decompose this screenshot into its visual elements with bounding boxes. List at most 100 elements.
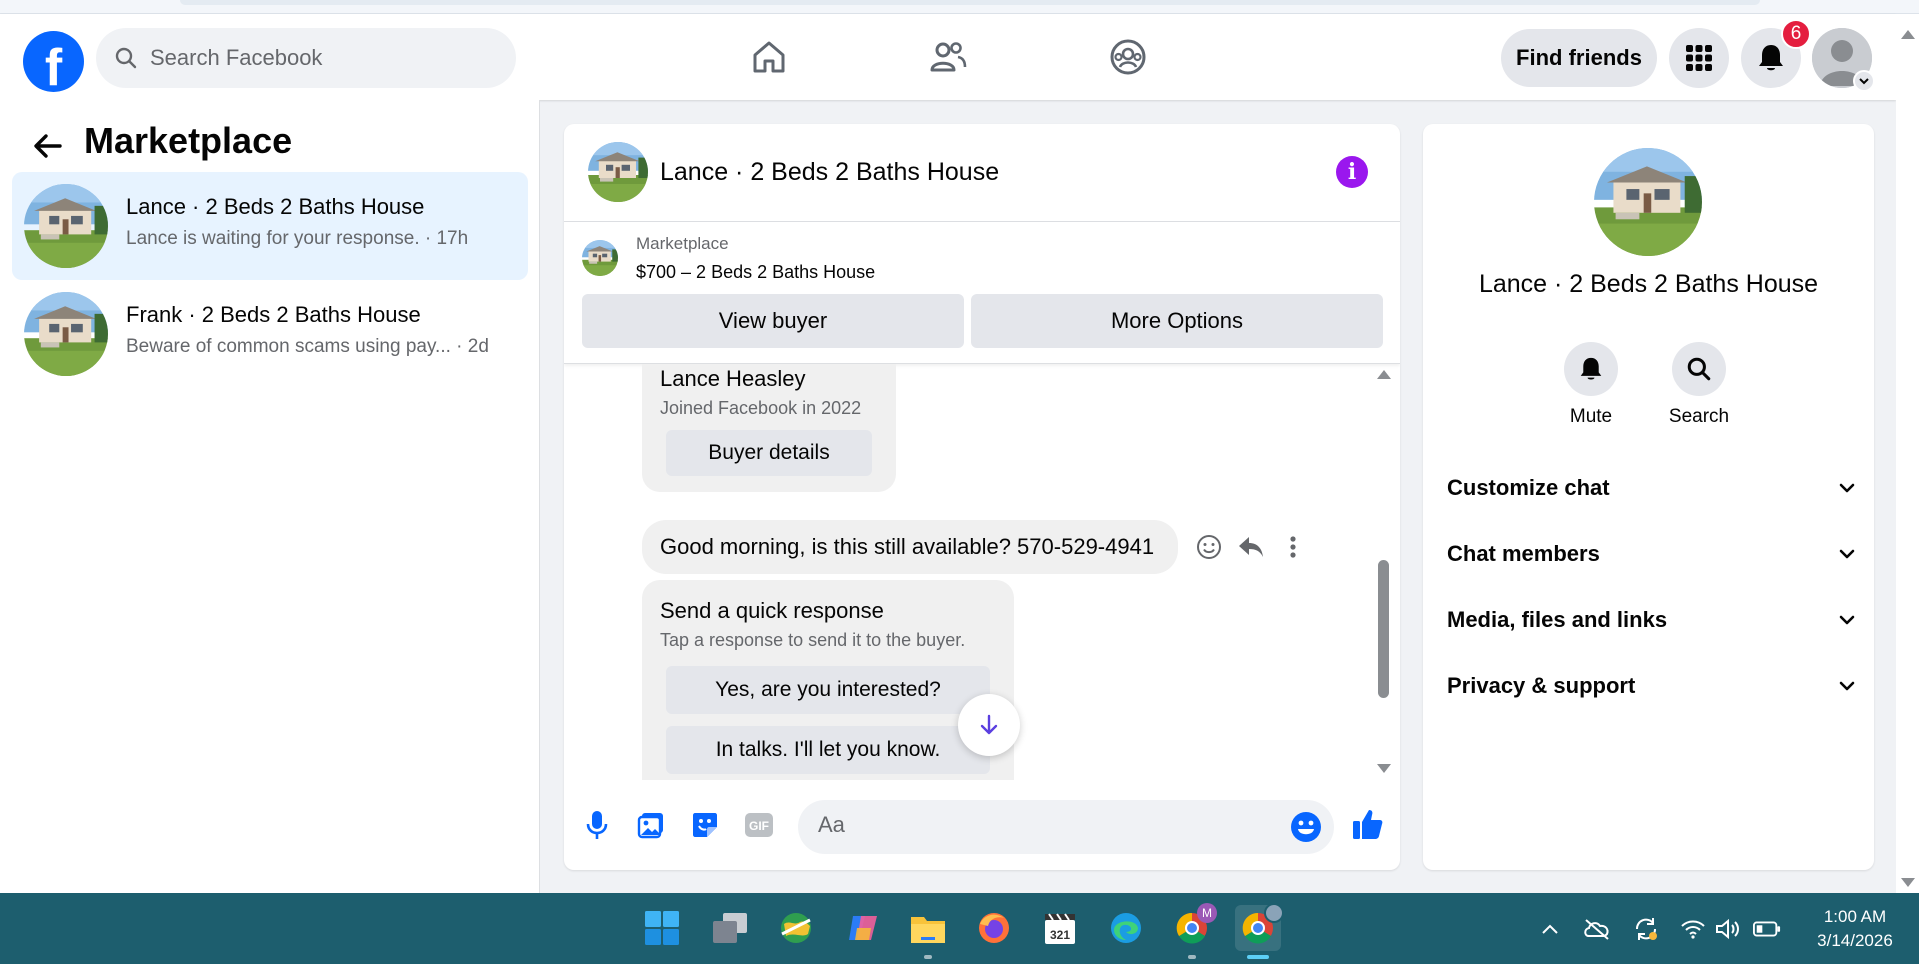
message-text: Good morning, is this still available? 5… bbox=[660, 534, 1155, 559]
section-customize-chat[interactable]: Customize chat bbox=[1447, 468, 1857, 508]
friends-icon[interactable] bbox=[925, 34, 971, 80]
thread-scrollbar[interactable] bbox=[1374, 364, 1392, 780]
conversation-details-panel: Lance · 2 Beds 2 Baths House Mute Search… bbox=[1423, 124, 1874, 870]
quick-response-title: Send a quick response bbox=[660, 598, 884, 623]
quick-response-card: Send a quick response Tap a response to … bbox=[642, 580, 1014, 780]
section-label: Customize chat bbox=[1447, 475, 1610, 500]
notification-count-badge: 6 bbox=[1781, 19, 1811, 49]
section-chat-members[interactable]: Chat members bbox=[1447, 534, 1857, 574]
reply-icon[interactable] bbox=[1236, 532, 1266, 562]
listing-thumbnail[interactable] bbox=[582, 240, 618, 276]
section-label: Media, files and links bbox=[1447, 607, 1668, 632]
top-navigation-bar: f Find friends 6 bbox=[0, 14, 1896, 100]
search-icon bbox=[115, 47, 137, 69]
clock-date: 3/14/2026 bbox=[1817, 931, 1893, 950]
photo-icon[interactable] bbox=[636, 810, 666, 840]
onedrive-offline-icon[interactable] bbox=[1583, 915, 1611, 943]
buyer-joined-date: Joined Facebook in 2022 bbox=[660, 398, 862, 418]
section-media-files-links[interactable]: Media, files and links bbox=[1447, 600, 1857, 640]
window-scrollbar[interactable] bbox=[1896, 14, 1919, 893]
details-listing-avatar[interactable] bbox=[1594, 148, 1702, 256]
sticker-icon[interactable] bbox=[690, 810, 720, 840]
gif-icon[interactable]: GIF bbox=[744, 810, 774, 840]
info-icon[interactable]: i bbox=[1336, 156, 1368, 188]
edge-icon[interactable] bbox=[1103, 905, 1149, 951]
more-options-button[interactable]: More Options bbox=[971, 294, 1383, 348]
globe-app-icon[interactable] bbox=[773, 905, 819, 951]
search-icon bbox=[1672, 342, 1726, 396]
chat-title[interactable]: Lance · 2 Beds 2 Baths House bbox=[660, 158, 999, 187]
conversation-preview: Beware of common scams using pay... · 2d bbox=[126, 336, 489, 357]
buyer-name: Lance Heasley bbox=[660, 366, 806, 391]
message-input-field[interactable] bbox=[798, 800, 1334, 854]
listing-thumbnail bbox=[24, 292, 108, 376]
conversation-preview: Lance is waiting for your response. · 17… bbox=[126, 228, 469, 249]
wifi-icon[interactable] bbox=[1679, 915, 1707, 943]
chat-header: Lance · 2 Beds 2 Baths House i bbox=[564, 124, 1400, 222]
menu-grid-icon[interactable] bbox=[1669, 28, 1729, 88]
react-emoji-icon[interactable] bbox=[1194, 532, 1224, 562]
page-title: Marketplace bbox=[84, 120, 293, 161]
search-bar[interactable] bbox=[96, 28, 516, 88]
find-friends-button[interactable]: Find friends bbox=[1501, 29, 1657, 87]
quick-response-option[interactable]: Yes, are you interested? bbox=[666, 666, 990, 714]
copilot-icon[interactable] bbox=[840, 905, 886, 951]
chevron-down-icon bbox=[1839, 615, 1855, 625]
conversation-item-lance[interactable]: Lance · 2 Beds 2 Baths House Lance is wa… bbox=[12, 172, 528, 280]
details-title: Lance · 2 Beds 2 Baths House bbox=[1478, 270, 1819, 298]
marketplace-inbox-panel: Marketplace Lance · 2 Beds 2 Baths House… bbox=[0, 100, 540, 893]
groups-icon[interactable] bbox=[1105, 34, 1151, 80]
listing-price-title[interactable]: $700 – 2 Beds 2 Baths House bbox=[636, 262, 875, 283]
chevron-down-icon bbox=[1839, 549, 1855, 559]
more-actions-icon[interactable] bbox=[1278, 532, 1308, 562]
chevron-down-icon bbox=[1839, 483, 1855, 493]
sync-icon[interactable] bbox=[1632, 915, 1660, 943]
chat-listing-avatar[interactable] bbox=[588, 142, 648, 202]
profile-avatar-badge bbox=[1264, 903, 1284, 923]
home-icon[interactable] bbox=[746, 34, 792, 80]
video-editor-icon[interactable]: 321 bbox=[1037, 905, 1083, 951]
quick-response-subtitle: Tap a response to send it to the buyer. bbox=[660, 630, 966, 650]
listing-summary: Marketplace $700 – 2 Beds 2 Baths House … bbox=[564, 222, 1400, 364]
bell-icon bbox=[1564, 342, 1618, 396]
view-buyer-button[interactable]: View buyer bbox=[582, 294, 964, 348]
message-composer: GIF bbox=[564, 780, 1400, 870]
facebook-logo[interactable]: f bbox=[23, 31, 84, 92]
account-chevron-down-icon[interactable] bbox=[1853, 70, 1875, 92]
profile-badge: M bbox=[1197, 903, 1217, 923]
search-input[interactable] bbox=[150, 45, 490, 71]
system-clock[interactable]: 1:00 AM 3/14/2026 bbox=[1800, 905, 1910, 953]
buyer-details-button[interactable]: Buyer details bbox=[666, 430, 872, 476]
svg-text:GIF: GIF bbox=[749, 819, 769, 833]
firefox-icon[interactable] bbox=[971, 905, 1017, 951]
svg-text:321: 321 bbox=[1050, 928, 1070, 942]
chat-panel: Lance · 2 Beds 2 Baths House i Marketpla… bbox=[564, 124, 1400, 870]
conversation-item-frank[interactable]: Frank · 2 Beds 2 Baths House Beware of c… bbox=[12, 280, 528, 388]
incoming-message-bubble[interactable]: Good morning, is this still available? 5… bbox=[642, 520, 1178, 574]
volume-icon[interactable] bbox=[1714, 915, 1742, 943]
browser-tab-strip bbox=[0, 0, 1919, 14]
listing-source: Marketplace bbox=[636, 234, 729, 253]
task-view-icon[interactable] bbox=[707, 905, 753, 951]
section-label: Chat members bbox=[1447, 541, 1600, 566]
thumbs-up-icon[interactable] bbox=[1350, 806, 1386, 842]
section-privacy-support[interactable]: Privacy & support bbox=[1447, 666, 1857, 706]
conversation-name: Frank · 2 Beds 2 Baths House bbox=[126, 302, 421, 327]
buyer-profile-card: Lance Heasley Joined Facebook in 2022 Bu… bbox=[642, 364, 896, 492]
back-arrow-icon[interactable] bbox=[30, 128, 66, 164]
search-in-conversation-button[interactable]: Search bbox=[1654, 342, 1744, 428]
quick-response-option[interactable]: In talks. I'll let you know. bbox=[666, 726, 990, 774]
windows-start-icon[interactable] bbox=[639, 905, 685, 951]
section-label: Privacy & support bbox=[1447, 673, 1636, 698]
message-input[interactable] bbox=[818, 812, 1258, 838]
scroll-to-bottom-arrow-icon[interactable] bbox=[958, 694, 1020, 756]
file-explorer-icon[interactable] bbox=[905, 905, 951, 951]
chevron-up-icon[interactable] bbox=[1536, 915, 1564, 943]
mute-button[interactable]: Mute bbox=[1546, 342, 1636, 428]
message-thread[interactable]: Lance Heasley Joined Facebook in 2022 Bu… bbox=[564, 364, 1400, 780]
listing-thumbnail bbox=[24, 184, 108, 268]
battery-icon[interactable] bbox=[1753, 915, 1781, 943]
microphone-icon[interactable] bbox=[582, 810, 612, 840]
windows-taskbar: 321 M 1:00 AM 3/14/2026 bbox=[0, 893, 1919, 964]
emoji-icon[interactable] bbox=[1290, 811, 1322, 848]
